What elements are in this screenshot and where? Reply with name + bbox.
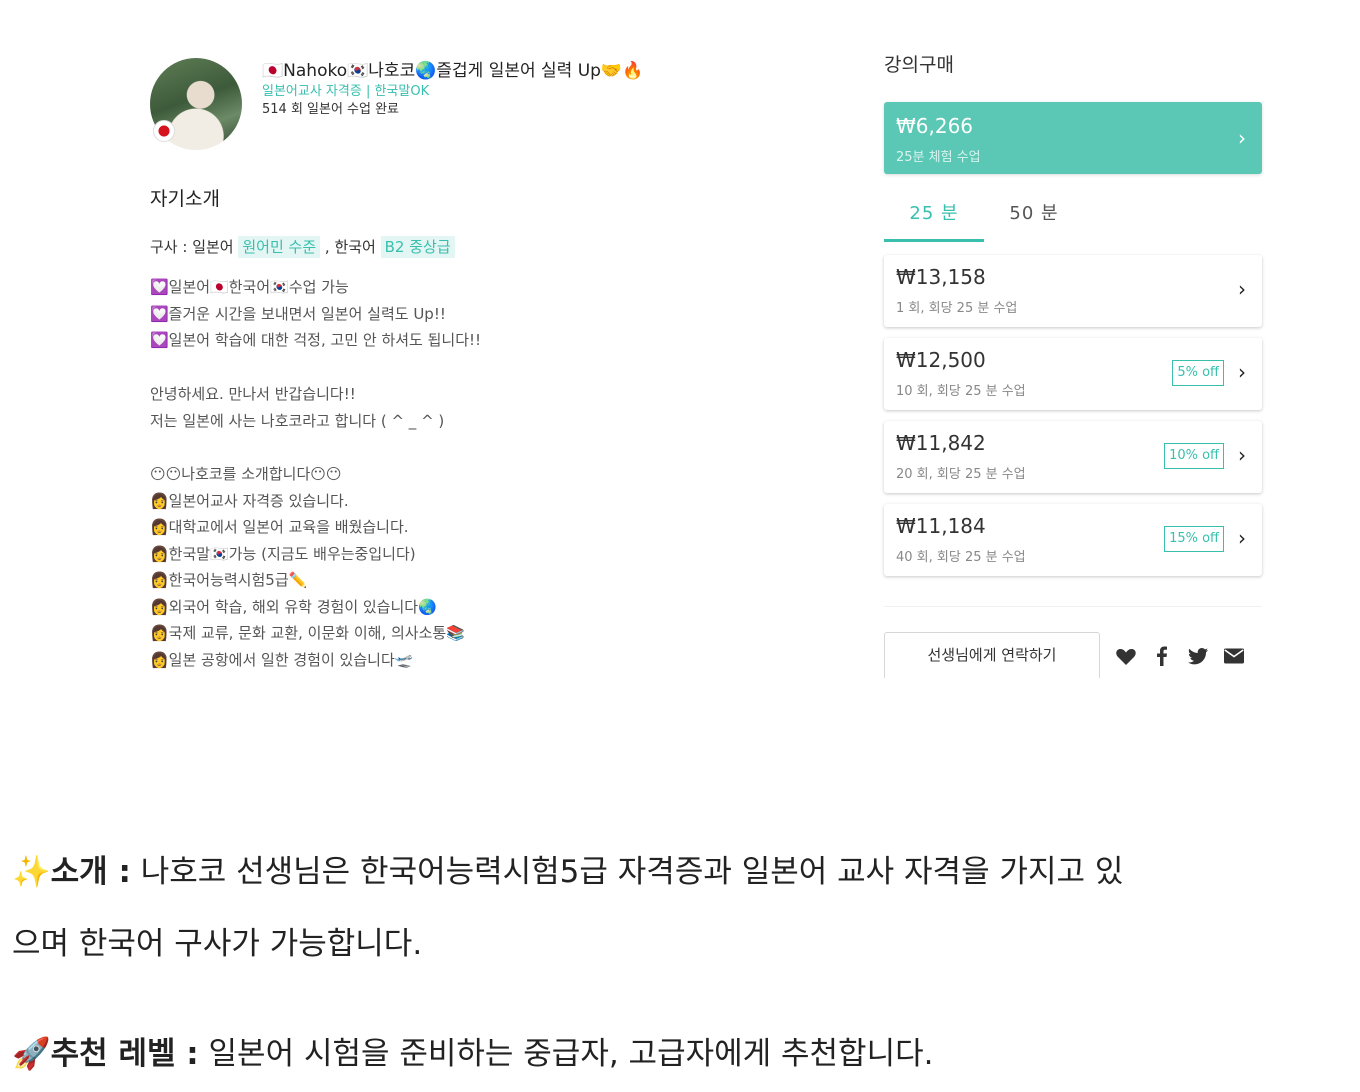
discount-badge: 5% off [1172,360,1224,386]
divider [884,606,1262,607]
intro-line: 👩국제 교류, 문화 교환, 이문화 이해, 의사소통📚 [150,624,465,642]
intro-line: 👩한국어능력시험5급✏️ [150,571,308,589]
intro-line: 💟일본어🇯🇵한국어🇰🇷수업 가능 [150,278,349,296]
chevron-right-icon: › [1238,360,1246,384]
level-label: 추천 레벨 : [50,1036,199,1072]
discount-badge: 10% off [1164,443,1224,469]
level-text: 일본어 시험을 준비하는 중급자, 고급자에게 추천합니다. [198,1036,934,1072]
sparkles-icon: ✨ [12,854,51,890]
chevron-right-icon: › [1238,277,1246,301]
intro-line: 저는 일본에 사는 나호코라고 합니다 ( ^ _ ^ ) [150,411,445,430]
intro-line: 👩한국말🇰🇷가능 (지금도 배우는중입니다) [150,544,416,563]
intro-line: 안녕하세요. 만나서 반갑습니다!! [150,385,356,403]
intro-line: 👩일본 공항에서 일한 경험이 있습니다🛫 [150,650,414,669]
package-description: 1 회, 회당 25 분 수업 [896,301,1018,316]
lessons-completed: 514 회 일본어 수업 완료 [262,102,400,117]
intro-line: 💟일본어 학습에 대한 걱정, 고민 안 하셔도 됩니다!! [150,331,482,349]
rocket-icon: 🚀 [12,1036,51,1072]
langs-mid: , 한국어 [320,238,381,256]
trial-lesson-button[interactable]: ₩6,266 25분 체험 수업 › [884,102,1262,174]
trial-price: ₩6,266 [896,114,974,138]
package-40-lessons[interactable]: ₩11,184 40 회, 회당 25 분 수업 15% off › [884,504,1262,576]
contact-teacher-button[interactable]: 선생님에게 연락하기 [884,632,1100,678]
intro-line: 💟즐거운 시간을 보내면서 일본어 실력도 Up!! [150,304,446,323]
intro-line: 👩일본어교사 자격증 있습니다. [150,491,349,510]
languages-spoken: 구사 : 일본어 원어민 수준 , 한국어 B2 중상급 [150,236,455,258]
discount-badge: 15% off [1164,526,1224,552]
chevron-right-icon: › [1238,443,1246,467]
package-description: 40 회, 회당 25 분 수업 [896,550,1026,565]
intro-line: 👩외국어 학습, 해외 유학 경험이 있습니다🌏 [150,597,437,616]
package-price: ₩12,500 [896,348,986,372]
chevron-right-icon: › [1238,126,1246,150]
intro-paragraph-line2: 으며 한국어 구사가 가능합니다. [12,918,422,963]
intro-greeting: 안녕하세요. 만나서 반갑습니다!! 저는 일본에 사는 나호코라고 합니다 (… [150,381,710,434]
japanese-level-badge: 원어민 수준 [238,236,321,258]
level-paragraph: 🚀추천 레벨 : 일본어 시험을 준비하는 중급자, 고급자에게 추천합니다. [12,1028,933,1073]
korean-level-badge: B2 중상급 [380,236,455,258]
heart-icon[interactable] [1114,644,1138,668]
package-1-lesson[interactable]: ₩13,158 1 회, 회당 25 분 수업 › [884,255,1262,327]
japan-flag-icon [153,120,175,142]
package-price: ₩11,842 [896,431,986,455]
intro-paragraph-line1: ✨소개 : 나호코 선생님은 한국어능력시험5급 자격증과 일본어 교사 자격을… [12,846,1123,891]
intro-bullets-1: 💟일본어🇯🇵한국어🇰🇷수업 가능 💟즐거운 시간을 보내면서 일본어 실력도 U… [150,274,710,354]
mail-icon[interactable] [1222,644,1246,668]
intro-line: 😶😶나호코를 소개합니다😶😶 [150,465,342,483]
package-10-lessons[interactable]: ₩12,500 10 회, 회당 25 분 수업 5% off › [884,338,1262,410]
intro-label: 소개 : [50,854,131,890]
facebook-icon[interactable] [1150,644,1174,668]
intro-line: 👩대학교에서 일본어 교육을 배웠습니다. [150,518,409,536]
teacher-tagline: 일본어교사 자격증 | 한국말OK [262,84,430,99]
package-20-lessons[interactable]: ₩11,842 20 회, 회당 25 분 수업 10% off › [884,421,1262,493]
trial-description: 25분 체험 수업 [896,150,981,165]
intro-bullets-2: 😶😶나호코를 소개합니다😶😶 👩일본어교사 자격증 있습니다. 👩대학교에서 일… [150,461,710,673]
intro-text-1: 나호코 선생님은 한국어능력시험5급 자격증과 일본어 교사 자격을 가지고 있 [130,854,1124,890]
teacher-profile-screenshot: 🇯🇵Nahoko🇰🇷나호코🌏즐겁게 일본어 실력 Up🤝🔥 일본어교사 자격증 … [52,28,1312,678]
twitter-icon[interactable] [1186,644,1210,668]
tab-50-minutes[interactable]: 50 분 [984,200,1084,242]
package-price: ₩13,158 [896,265,986,289]
package-description: 10 회, 회당 25 분 수업 [896,384,1026,399]
intro-title: 자기소개 [150,188,220,210]
package-description: 20 회, 회당 25 분 수업 [896,467,1026,482]
teacher-name: 🇯🇵Nahoko🇰🇷나호코🌏즐겁게 일본어 실력 Up🤝🔥 [262,61,644,81]
purchase-title: 강의구매 [884,54,954,76]
package-price: ₩11,184 [896,514,986,538]
langs-prefix: 구사 : 일본어 [150,238,239,256]
intro-text-2: 으며 한국어 구사가 가능합니다. [12,926,423,962]
tab-25-minutes[interactable]: 25 분 [884,200,984,242]
chevron-right-icon: › [1238,526,1246,550]
